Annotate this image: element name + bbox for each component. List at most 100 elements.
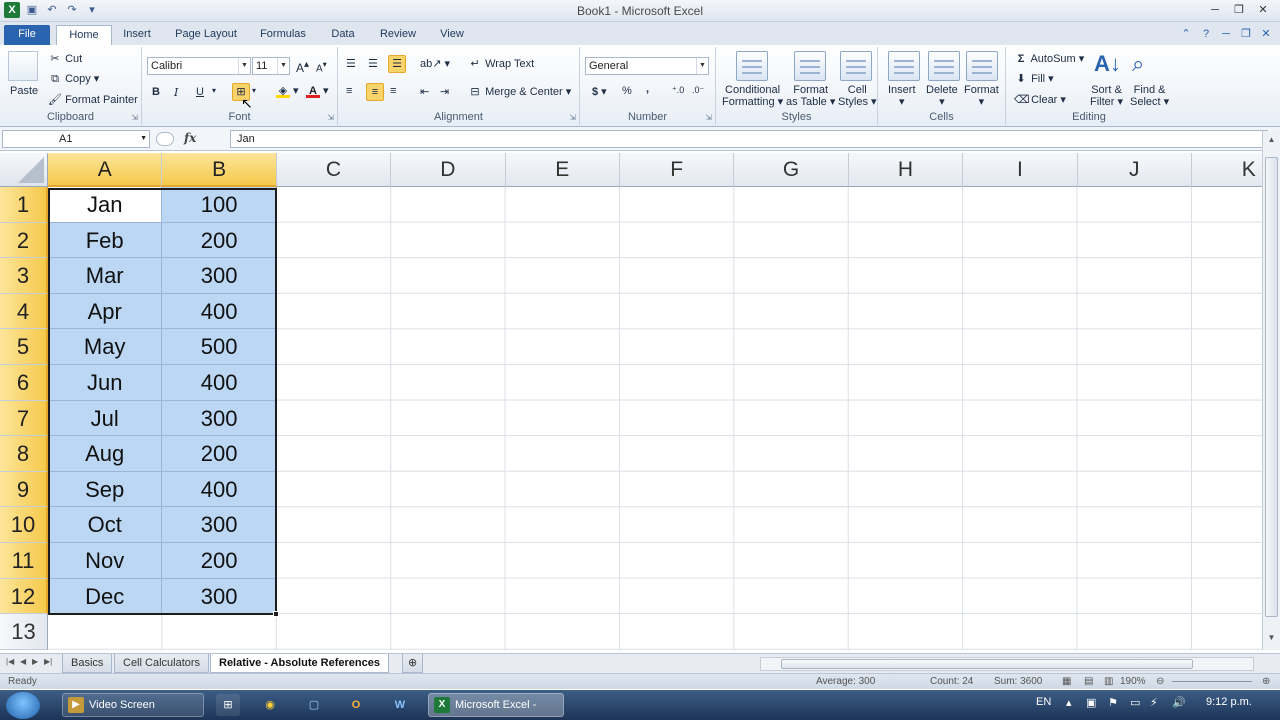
- network-icon[interactable]: ▣: [1086, 696, 1096, 709]
- scroll-up-icon[interactable]: ▲: [1265, 133, 1278, 147]
- orientation-icon[interactable]: ab↗ ▾: [420, 57, 450, 70]
- cell-a1[interactable]: Jan: [48, 187, 163, 223]
- sheet-tab-basics[interactable]: Basics: [62, 654, 113, 673]
- tab-file[interactable]: File: [4, 25, 50, 45]
- formula-divider-icon[interactable]: [156, 132, 174, 146]
- align-middle-icon[interactable]: ☰: [368, 57, 378, 70]
- normal-view-icon[interactable]: ▦: [1062, 676, 1071, 687]
- zoom-in-icon[interactable]: ⊕: [1262, 676, 1270, 687]
- insert-cells-icon[interactable]: [888, 51, 920, 81]
- number-format-combo[interactable]: General ▼: [585, 57, 709, 75]
- collapse-ribbon-icon[interactable]: ⌃: [1178, 26, 1194, 42]
- cell-b11[interactable]: 200: [162, 543, 277, 579]
- row-header-3[interactable]: 3: [0, 258, 48, 294]
- bold-button[interactable]: B: [152, 86, 160, 98]
- row-header-8[interactable]: 8: [0, 436, 48, 472]
- tab-view[interactable]: View: [432, 25, 472, 45]
- dialog-launcher-icon[interactable]: ⇲: [327, 113, 334, 122]
- shrink-font-icon[interactable]: A▾: [316, 59, 327, 74]
- align-bottom-icon[interactable]: ☰: [388, 55, 406, 73]
- next-sheet-icon[interactable]: ▶: [32, 657, 38, 666]
- select-all-corner[interactable]: [0, 153, 48, 187]
- restore-icon[interactable]: ❐: [1228, 2, 1250, 18]
- row-header-7[interactable]: 7: [0, 400, 48, 437]
- fill-color-button[interactable]: ◈ ▾: [276, 84, 299, 99]
- cell-b9[interactable]: 400: [162, 471, 277, 508]
- row-header-9[interactable]: 9: [0, 471, 48, 508]
- column-header-j[interactable]: J: [1077, 153, 1192, 187]
- insert-function-icon[interactable]: fx: [184, 131, 196, 145]
- align-top-icon[interactable]: ☰: [346, 57, 356, 70]
- decrease-indent-icon[interactable]: ⇤: [420, 85, 429, 98]
- column-header-a[interactable]: A: [48, 153, 163, 187]
- insert-sheet-icon[interactable]: ⊕: [402, 654, 424, 673]
- tab-review[interactable]: Review: [374, 25, 422, 45]
- start-button[interactable]: [6, 692, 40, 719]
- word-icon[interactable]: W: [388, 694, 412, 716]
- increase-indent-icon[interactable]: ⇥: [440, 85, 449, 98]
- volume-icon[interactable]: 🔊: [1172, 696, 1186, 709]
- horizontal-scrollbar[interactable]: [760, 657, 1254, 671]
- conditional-formatting-icon[interactable]: [736, 51, 768, 81]
- input-language[interactable]: EN: [1036, 696, 1051, 708]
- excel-pinned-icon[interactable]: ⊞: [216, 694, 240, 716]
- flag-icon[interactable]: ⚑: [1108, 696, 1118, 709]
- copy-button[interactable]: ⧉ Copy ▾: [48, 72, 99, 86]
- tab-page-layout[interactable]: Page Layout: [170, 25, 242, 45]
- dialog-launcher-icon[interactable]: ⇲: [569, 113, 576, 122]
- format-cells-icon[interactable]: [966, 51, 998, 81]
- tab-home[interactable]: Home: [56, 25, 112, 45]
- zoom-out-icon[interactable]: ⊖: [1156, 676, 1164, 687]
- delete-button[interactable]: Delete ▾: [926, 84, 958, 108]
- delete-cells-icon[interactable]: [928, 51, 960, 81]
- merge-center-button[interactable]: ⊟ Merge & Center ▾: [468, 85, 571, 99]
- cell-b1[interactable]: 100: [162, 187, 277, 223]
- align-center-icon[interactable]: ≡: [366, 83, 384, 101]
- vertical-scrollbar[interactable]: ▲ ▼: [1262, 131, 1280, 650]
- cell-b12[interactable]: 300: [162, 578, 277, 615]
- worksheet-grid[interactable]: ABCDEFGHIJK 1 2 3 4 5 6 7 8 9 10 11 12 13 Jan 100 Feb 2…: [0, 153, 1262, 650]
- column-header-c[interactable]: C: [276, 153, 392, 187]
- zoom-slider[interactable]: [1172, 681, 1252, 682]
- column-header-e[interactable]: E: [505, 153, 620, 187]
- cell-a12[interactable]: Dec: [48, 578, 163, 615]
- name-box[interactable]: A1 ▼: [2, 130, 150, 148]
- row-header-13[interactable]: 13: [0, 614, 48, 650]
- cut-button[interactable]: ✂ Cut: [48, 52, 82, 66]
- formula-input[interactable]: Jan: [230, 130, 1268, 148]
- row-header-4[interactable]: 4: [0, 293, 48, 330]
- workbook-close-icon[interactable]: ✕: [1258, 26, 1274, 42]
- wrap-text-button[interactable]: ↵ Wrap Text: [468, 57, 534, 71]
- column-header-f[interactable]: F: [620, 153, 735, 187]
- autosum-button[interactable]: Σ AutoSum ▾: [1014, 52, 1085, 66]
- percent-button[interactable]: %: [622, 85, 632, 97]
- row-header-2[interactable]: 2: [0, 222, 48, 259]
- column-header-h[interactable]: H: [848, 153, 964, 187]
- workbook-minimize-icon[interactable]: ─: [1218, 26, 1234, 42]
- tab-data[interactable]: Data: [322, 25, 364, 45]
- sheet-tab-cell-calculators[interactable]: Cell Calculators: [114, 654, 210, 673]
- cell-b8[interactable]: 200: [162, 436, 277, 472]
- taskbar-item-excel[interactable]: X Microsoft Excel - Bo...: [428, 693, 564, 717]
- conditional-formatting-button[interactable]: Conditional Formatting ▾: [722, 84, 783, 108]
- increase-decimal-icon[interactable]: ⁺.0: [672, 85, 684, 96]
- row-header-6[interactable]: 6: [0, 365, 48, 401]
- tray-arrow-icon[interactable]: ▴: [1066, 696, 1072, 709]
- column-header-g[interactable]: G: [734, 153, 849, 187]
- cell-a2[interactable]: Feb: [48, 222, 163, 259]
- power-icon[interactable]: ⚡: [1150, 696, 1158, 709]
- format-as-table-button[interactable]: Format as Table ▾: [786, 84, 835, 108]
- cell-b7[interactable]: 300: [162, 400, 277, 437]
- insert-button[interactable]: Insert ▾: [888, 84, 916, 108]
- close-icon[interactable]: ✕: [1252, 2, 1274, 18]
- taskbar-item-video-capture[interactable]: ▶ Video Screen Capture: [62, 693, 204, 717]
- cell-a6[interactable]: Jun: [48, 365, 163, 401]
- currency-button[interactable]: $ ▾: [592, 85, 607, 98]
- underline-button[interactable]: U: [196, 86, 204, 98]
- column-header-i[interactable]: I: [963, 153, 1078, 187]
- cell-b10[interactable]: 300: [162, 507, 277, 543]
- terminal-icon[interactable]: ▢: [302, 694, 326, 716]
- help-icon[interactable]: ?: [1198, 26, 1214, 42]
- cell-b6[interactable]: 400: [162, 365, 277, 401]
- monitor-icon[interactable]: ▭: [1130, 696, 1140, 709]
